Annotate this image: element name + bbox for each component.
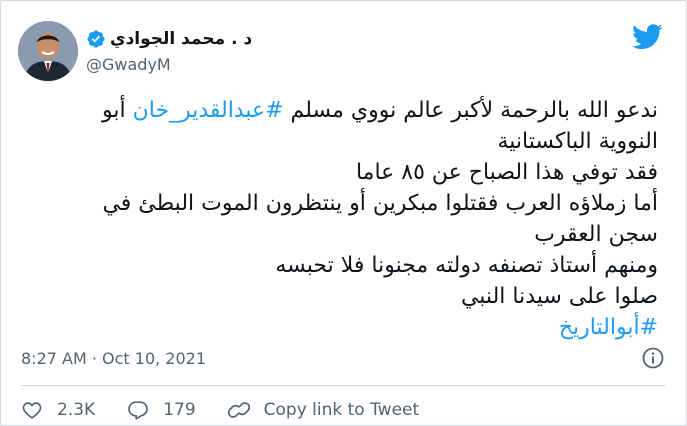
tweet-card: د . محمد الجوادي @GwadyM ندعو الله بالرح… (0, 0, 687, 426)
hashtag-link[interactable]: #عبدالقدير_خان (133, 98, 284, 123)
tweet-line-1: ندعو الله بالرحمة لأكبر عالم نووي مسلم #… (21, 95, 658, 126)
like-count: 2.3K (57, 400, 96, 420)
text-segment: صلوا على سيدنا النبي (460, 284, 658, 309)
info-icon[interactable] (641, 346, 665, 370)
hashtag-link[interactable]: #أبوالتاريخ (559, 315, 658, 340)
tweet-line-5: سجن العقرب (21, 219, 658, 250)
heart-icon (22, 402, 42, 419)
reply-count: 179 (163, 400, 196, 420)
text-segment: سجن العقرب (534, 222, 658, 247)
text-segment: أبو (102, 98, 133, 123)
display-name[interactable]: د . محمد الجوادي (110, 29, 252, 49)
tweet-line-3: فقد توفي هذا الصباح عن ٨٥ عاما (21, 157, 658, 188)
like-button[interactable]: 2.3K (21, 399, 95, 421)
copy-link-button[interactable]: Copy link to Tweet (227, 399, 420, 421)
reply-icon (128, 401, 148, 420)
tweet-line-7: صلوا على سيدنا النبي (21, 281, 658, 312)
tweet-line-8: #أبوالتاريخ (21, 312, 658, 343)
tweet-text: ندعو الله بالرحمة لأكبر عالم نووي مسلم #… (21, 95, 658, 343)
text-segment: فقد توفي هذا الصباح عن ٨٥ عاما (355, 160, 658, 185)
text-segment: ومنهم أستاذ تصنفه دولته مجنونا فلا تحبسه (275, 253, 658, 278)
tweet-line-4: أما زملاؤه العرب فقتلوا مبكرين أو ينتظرو… (21, 188, 658, 219)
author-handle[interactable]: @GwadyM (86, 55, 171, 74)
link-icon (227, 402, 250, 418)
reply-button[interactable]: 179 (127, 399, 196, 421)
tweet-line-6: ومنهم أستاذ تصنفه دولته مجنونا فلا تحبسه (21, 250, 658, 281)
twitter-bird-icon[interactable] (632, 24, 663, 50)
divider (21, 385, 666, 386)
author-name-row[interactable]: د . محمد الجوادي (86, 27, 252, 51)
avatar-image (18, 21, 78, 81)
tweet-timestamp[interactable]: 8:27 AM · Oct 10, 2021 (21, 349, 206, 368)
text-segment: ندعو الله بالرحمة لأكبر عالم نووي مسلم (283, 98, 658, 123)
tweet-actions: 2.3K 179 Copy link to Tweet (21, 397, 419, 423)
verified-badge-icon (87, 30, 105, 48)
tweet-line-2: النووية الباكستانية (21, 126, 658, 157)
avatar[interactable] (18, 21, 78, 81)
text-segment: أما زملاؤه العرب فقتلوا مبكرين أو ينتظرو… (102, 191, 658, 216)
text-segment: النووية الباكستانية (497, 129, 658, 154)
copy-link-label: Copy link to Tweet (263, 400, 420, 420)
